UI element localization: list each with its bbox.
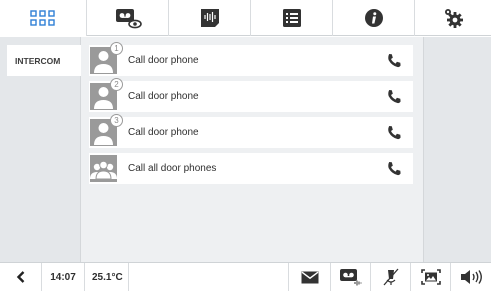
sidebar-item-label: INTERCOM xyxy=(15,55,61,66)
call-label: Call door phone xyxy=(128,91,199,102)
mute-button[interactable] xyxy=(371,263,411,291)
voice-message-icon xyxy=(200,9,219,27)
frame-capture-icon xyxy=(420,269,441,285)
clock: 14:07 xyxy=(42,263,85,291)
status-bar: 14:07 25.1°C xyxy=(0,262,491,291)
back-button[interactable] xyxy=(0,263,42,291)
door-number-badge: 3 xyxy=(110,114,123,127)
tab-audio-messages[interactable] xyxy=(169,0,251,36)
tab-apps[interactable] xyxy=(0,0,87,36)
people-icon xyxy=(90,155,117,182)
call-row-door-phone-3[interactable]: 3 Call door phone xyxy=(89,114,413,148)
video-memo-button[interactable] xyxy=(331,263,371,291)
speaker-icon xyxy=(461,270,482,284)
messages-button[interactable] xyxy=(289,263,331,291)
status-spacer xyxy=(129,263,289,291)
person-icon: 1 xyxy=(90,42,123,74)
call-label: Call door phone xyxy=(128,127,199,138)
phone-icon[interactable] xyxy=(385,160,403,178)
call-label: Call all door phones xyxy=(128,163,217,174)
call-row-door-phone-2[interactable]: 2 Call door phone xyxy=(89,78,413,112)
sidebar-item-intercom[interactable]: INTERCOM xyxy=(7,45,81,76)
call-row-all-door-phones[interactable]: Call all door phones xyxy=(89,153,413,184)
tab-video-messages[interactable] xyxy=(87,0,169,36)
right-panel xyxy=(423,37,491,262)
call-row-door-phone-1[interactable]: 1 Call door phone xyxy=(89,42,413,76)
tab-settings[interactable] xyxy=(415,0,491,36)
video-eye-icon xyxy=(115,9,142,29)
phone-icon[interactable] xyxy=(385,88,403,106)
list-icon xyxy=(282,9,301,27)
person-icon: 3 xyxy=(90,114,123,146)
grid-icon xyxy=(30,10,55,26)
phone-icon[interactable] xyxy=(385,124,403,142)
sidebar: INTERCOM xyxy=(0,37,81,262)
volume-button[interactable] xyxy=(451,263,491,291)
top-navigation xyxy=(0,0,491,36)
call-label: Call door phone xyxy=(128,55,199,66)
screen-capture-button[interactable] xyxy=(411,263,451,291)
phone-icon[interactable] xyxy=(385,52,403,70)
info-icon xyxy=(364,9,383,27)
call-list: 1 Call door phone 2 Call door phone 3 Ca… xyxy=(81,37,423,262)
door-number-badge: 2 xyxy=(110,78,123,91)
person-icon: 2 xyxy=(90,78,123,110)
temperature-readout: 25.1°C xyxy=(85,263,129,291)
microphone-off-icon xyxy=(383,268,398,286)
door-number-badge: 1 xyxy=(110,42,123,55)
envelope-icon xyxy=(301,271,318,283)
tab-info[interactable] xyxy=(333,0,415,36)
video-voice-icon xyxy=(339,269,361,286)
chevron-left-icon xyxy=(16,271,24,283)
gears-icon xyxy=(445,9,463,28)
tab-list[interactable] xyxy=(251,0,333,36)
